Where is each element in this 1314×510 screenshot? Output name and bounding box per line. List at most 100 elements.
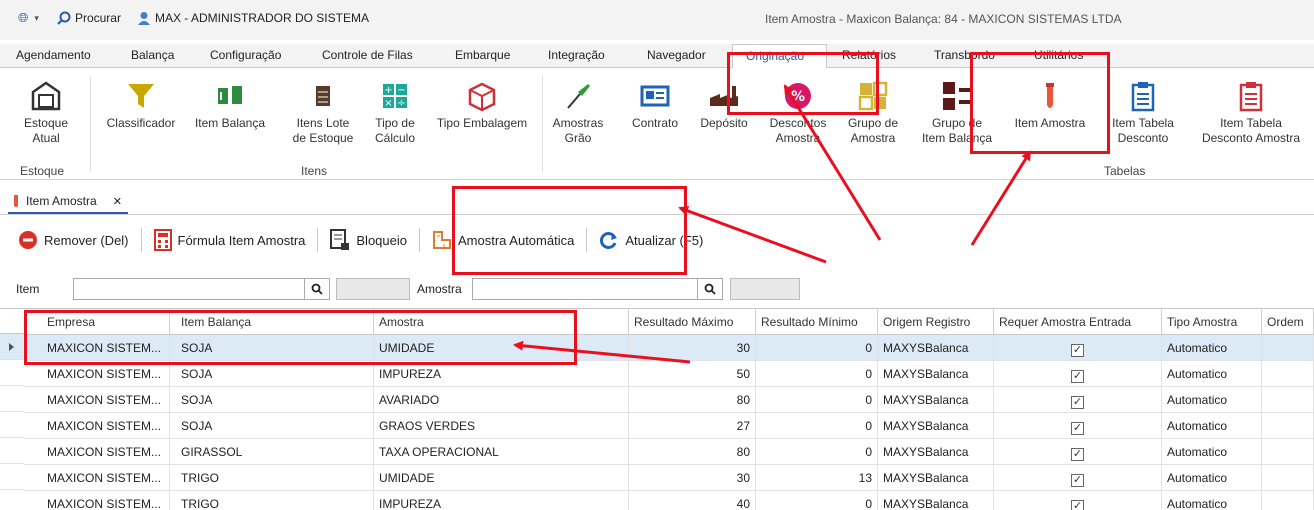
tab-integracao[interactable]: Integração xyxy=(548,44,605,68)
cell-requer-amostra-entrada[interactable]: ✓ xyxy=(994,335,1162,361)
cell-origem-registro[interactable]: MAXYSBalanca xyxy=(878,387,994,413)
cell-ordem[interactable] xyxy=(1262,361,1314,387)
cell-resultado-maximo[interactable]: 80 xyxy=(629,439,756,465)
cell-empresa[interactable]: MAXICON SISTEM... xyxy=(24,465,170,491)
ribbon-tipo-embalagem-button[interactable]: Tipo Embalagem xyxy=(430,80,534,131)
cell-ordem[interactable] xyxy=(1262,439,1314,465)
cell-ordem[interactable] xyxy=(1262,465,1314,491)
cell-resultado-minimo[interactable]: 0 xyxy=(756,413,878,439)
table-row[interactable]: MAXICON SISTEM... TRIGO IMPUREZA 40 0 MAXYSBa… xyxy=(24,491,1314,510)
cell-resultado-minimo[interactable]: 0 xyxy=(756,335,878,361)
cell-resultado-minimo[interactable]: 13 xyxy=(756,465,878,491)
cell-tipo-amostra[interactable]: Automatico xyxy=(1162,361,1262,387)
cell-origem-registro[interactable]: MAXYSBalanca xyxy=(878,465,994,491)
cell-origem-registro[interactable]: MAXYSBalanca xyxy=(878,413,994,439)
cell-resultado-maximo[interactable]: 40 xyxy=(629,491,756,510)
table-row[interactable]: MAXICON SISTEM... GIRASSOL TAXA OPERACIONA… xyxy=(24,439,1314,465)
cell-amostra[interactable]: IMPUREZA xyxy=(374,491,629,510)
cell-empresa[interactable]: MAXICON SISTEM... xyxy=(24,413,170,439)
cell-amostra[interactable]: UMIDADE xyxy=(374,465,629,491)
cell-resultado-maximo[interactable]: 50 xyxy=(629,361,756,387)
sample-filter-input[interactable] xyxy=(472,278,698,300)
cell-resultado-minimo[interactable]: 0 xyxy=(756,439,878,465)
bloqueio-button[interactable]: Bloqueio xyxy=(322,225,415,255)
column-header-resultado-minimo[interactable]: Resultado Mínimo xyxy=(756,309,878,335)
cell-requer-amostra-entrada[interactable]: ✓ xyxy=(994,413,1162,439)
tab-embarque[interactable]: Embarque xyxy=(455,44,510,68)
remove-button[interactable]: Remover (Del) xyxy=(10,225,137,255)
cell-ordem[interactable] xyxy=(1262,335,1314,361)
cell-empresa[interactable]: MAXICON SISTEM... xyxy=(24,491,170,510)
checkbox[interactable]: ✓ xyxy=(1071,344,1084,357)
item-filter-input[interactable] xyxy=(73,278,305,300)
column-header-requer-amostra-entrada[interactable]: Requer Amostra Entrada xyxy=(994,309,1162,335)
checkbox[interactable]: ✓ xyxy=(1071,396,1084,409)
ribbon-item-balanca-button[interactable]: Item Balança xyxy=(192,80,268,131)
cell-empresa[interactable]: MAXICON SISTEM... xyxy=(24,387,170,413)
cell-tipo-amostra[interactable]: Automatico xyxy=(1162,387,1262,413)
table-row[interactable]: MAXICON SISTEM... SOJA AVARIADO 80 0 MAXYSBal… xyxy=(24,387,1314,413)
cell-amostra[interactable]: AVARIADO xyxy=(374,387,629,413)
cell-resultado-maximo[interactable]: 30 xyxy=(629,465,756,491)
tab-navegador[interactable]: Navegador xyxy=(647,44,706,68)
tab-balanca[interactable]: Balança xyxy=(131,44,174,68)
tab-configuracao[interactable]: Configuração xyxy=(210,44,281,68)
checkbox[interactable]: ✓ xyxy=(1071,422,1084,435)
chevron-down-icon[interactable]: ▾ xyxy=(34,13,39,24)
cell-resultado-minimo[interactable]: 0 xyxy=(756,387,878,413)
ribbon-classificador-button[interactable]: Classificador xyxy=(100,80,182,131)
document-tab[interactable]: Item Amostra ✕ xyxy=(8,190,128,214)
column-header-ordem[interactable]: Ordem xyxy=(1262,309,1314,335)
cell-origem-registro[interactable]: MAXYSBalanca xyxy=(878,491,994,510)
cell-amostra[interactable]: GRAOS VERDES xyxy=(374,413,629,439)
cell-ordem[interactable] xyxy=(1262,413,1314,439)
checkbox[interactable]: ✓ xyxy=(1071,500,1084,510)
cell-item-balanca[interactable]: TRIGO xyxy=(176,491,374,510)
cell-requer-amostra-entrada[interactable]: ✓ xyxy=(994,361,1162,387)
cell-tipo-amostra[interactable]: Automatico xyxy=(1162,335,1262,361)
cell-resultado-maximo[interactable]: 27 xyxy=(629,413,756,439)
cell-resultado-maximo[interactable]: 30 xyxy=(629,335,756,361)
cell-requer-amostra-entrada[interactable]: ✓ xyxy=(994,465,1162,491)
tab-controle-de-filas[interactable]: Controle de Filas xyxy=(322,44,413,68)
table-row[interactable]: MAXICON SISTEM... SOJA GRAOS VERDES 27 0 MAXY… xyxy=(24,413,1314,439)
cell-ordem[interactable] xyxy=(1262,491,1314,510)
cell-ordem[interactable] xyxy=(1262,387,1314,413)
column-header-resultado-maximo[interactable]: Resultado Máximo xyxy=(629,309,756,335)
cell-origem-registro[interactable]: MAXYSBalanca xyxy=(878,335,994,361)
checkbox[interactable]: ✓ xyxy=(1071,474,1084,487)
cell-item-balanca[interactable]: SOJA xyxy=(176,387,374,413)
ribbon-contrato-button[interactable]: Contrato xyxy=(625,80,685,131)
cell-resultado-minimo[interactable]: 0 xyxy=(756,361,878,387)
ribbon-item-tabela-desconto-amostra-button[interactable]: Item Tabela Desconto Amostra xyxy=(1192,80,1310,146)
table-row[interactable]: MAXICON SISTEM... TRIGO UMIDADE 30 13 MAXYSBa… xyxy=(24,465,1314,491)
tab-agendamento[interactable]: Agendamento xyxy=(16,44,91,68)
cell-tipo-amostra[interactable]: Automatico xyxy=(1162,439,1262,465)
ribbon-estoque-atual-button[interactable]: Estoque Atual xyxy=(16,80,76,146)
formula-item-amostra-button[interactable]: Fórmula Item Amostra xyxy=(146,225,314,255)
ribbon-tipo-calculo-button[interactable]: + − × ÷ Tipo de Cálculo xyxy=(366,80,424,146)
checkbox[interactable]: ✓ xyxy=(1071,370,1084,383)
cell-item-balanca[interactable]: GIRASSOL xyxy=(176,439,374,465)
globe-icon[interactable]: 🌐︎ xyxy=(18,10,28,26)
cell-resultado-minimo[interactable]: 0 xyxy=(756,491,878,510)
column-header-tipo-amostra[interactable]: Tipo Amostra xyxy=(1162,309,1262,335)
close-icon[interactable]: ✕ xyxy=(113,195,122,208)
item-search-button[interactable] xyxy=(304,278,330,300)
ribbon-itens-lote-button[interactable]: Itens Lote de Estoque xyxy=(288,80,358,146)
ribbon-item-tabela-desconto-button[interactable]: Item Tabela Desconto xyxy=(1102,80,1184,146)
cell-resultado-maximo[interactable]: 80 xyxy=(629,387,756,413)
ribbon-amostras-grao-button[interactable]: Amostras Grão xyxy=(550,80,606,146)
search-button[interactable]: Procurar xyxy=(57,11,121,25)
column-header-origem-registro[interactable]: Origem Registro xyxy=(878,309,994,335)
cell-requer-amostra-entrada[interactable]: ✓ xyxy=(994,387,1162,413)
cell-tipo-amostra[interactable]: Automatico xyxy=(1162,491,1262,510)
cell-requer-amostra-entrada[interactable]: ✓ xyxy=(994,491,1162,510)
cell-tipo-amostra[interactable]: Automatico xyxy=(1162,465,1262,491)
cell-amostra[interactable]: TAXA OPERACIONAL xyxy=(374,439,629,465)
cell-origem-registro[interactable]: MAXYSBalanca xyxy=(878,361,994,387)
sample-search-button[interactable] xyxy=(697,278,723,300)
cell-origem-registro[interactable]: MAXYSBalanca xyxy=(878,439,994,465)
user-menu[interactable]: MAX - ADMINISTRADOR DO SISTEMA xyxy=(137,11,369,25)
cell-tipo-amostra[interactable]: Automatico xyxy=(1162,413,1262,439)
